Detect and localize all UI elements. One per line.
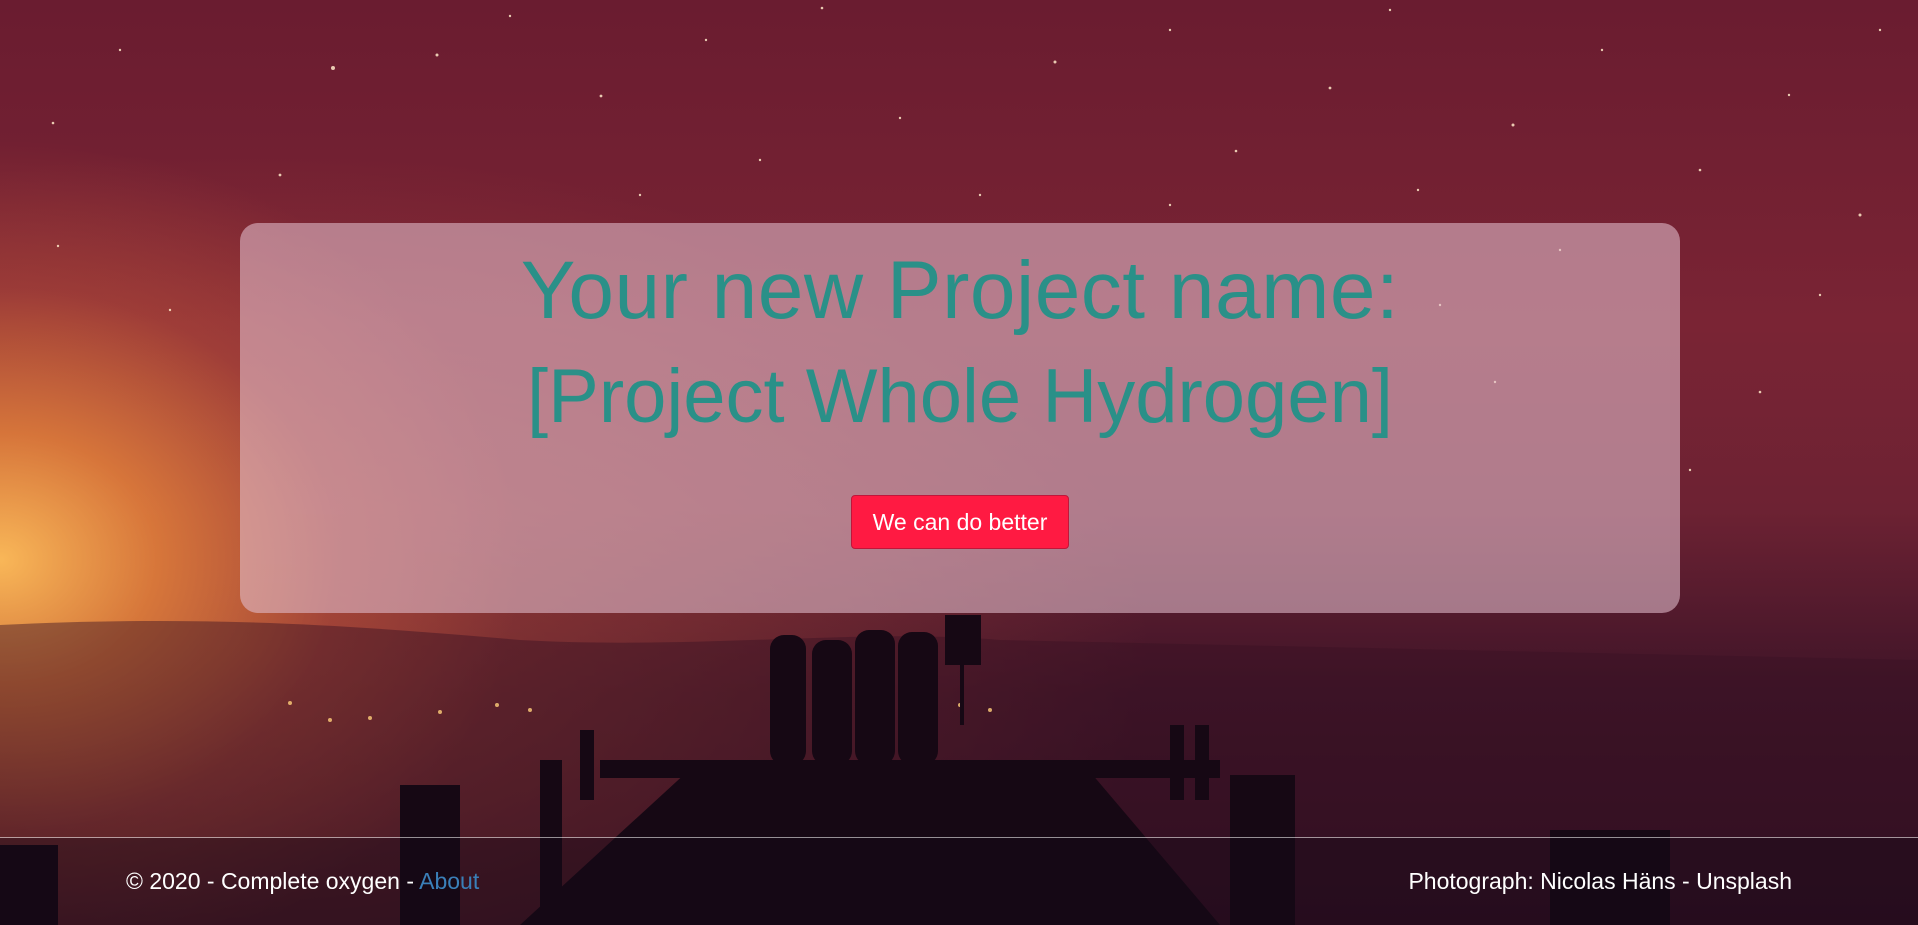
we-can-do-better-button[interactable]: We can do better: [851, 495, 1069, 549]
footer: © 2020 - Complete oxygen - About Photogr…: [0, 838, 1918, 925]
footer-copyright: © 2020 - Complete oxygen - About: [126, 868, 479, 895]
page: Your new Project name: [Project Whole Hy…: [0, 0, 1918, 925]
photo-credit: Photograph: Nicolas Häns - Unsplash: [1408, 868, 1792, 894]
hero-panel: Your new Project name: [Project Whole Hy…: [240, 223, 1680, 613]
project-name: [Project Whole Hydrogen]: [527, 354, 1393, 439]
copyright-text: © 2020 - Complete oxygen -: [126, 868, 420, 894]
about-link[interactable]: About: [419, 868, 479, 894]
hero-title: Your new Project name:: [520, 245, 1400, 336]
